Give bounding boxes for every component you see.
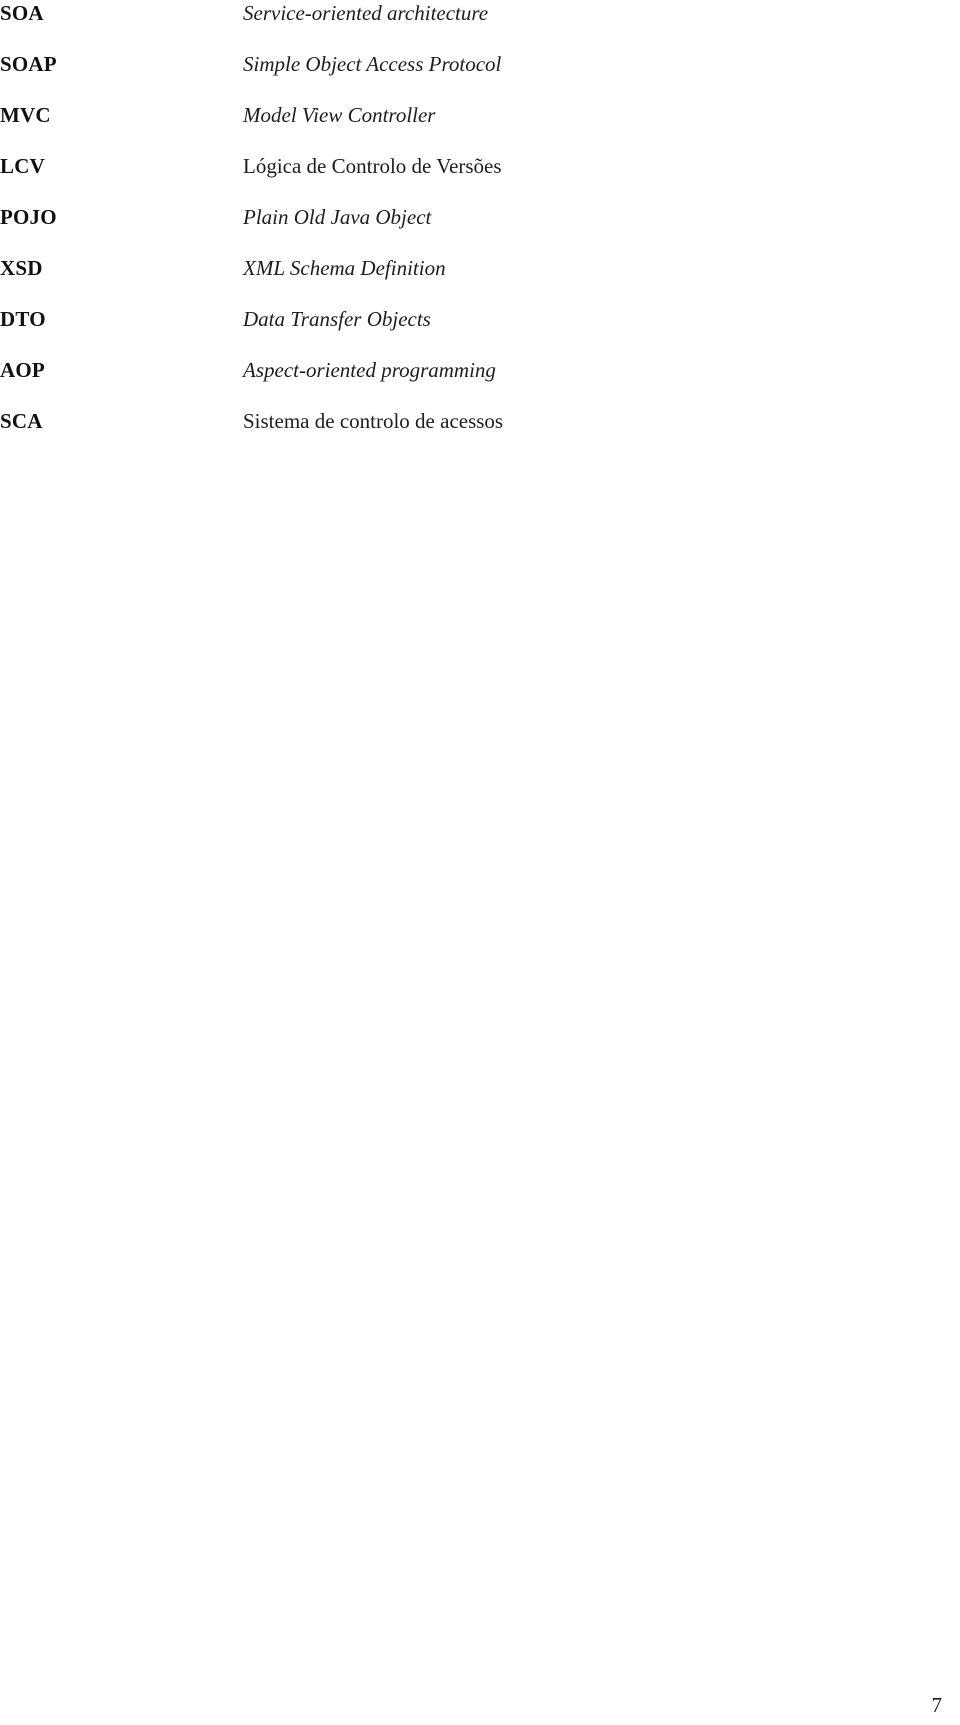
abbreviation-term: AOP bbox=[0, 358, 45, 382]
abbreviation-definition: Lógica de Controlo de Versões bbox=[243, 154, 502, 178]
abbreviation-term: SCA bbox=[0, 409, 43, 433]
abbreviation-row: SCA Sistema de controlo de acessos bbox=[0, 408, 900, 459]
abbreviation-definition: Data Transfer Objects bbox=[243, 307, 431, 331]
abbreviation-row: POJO Plain Old Java Object bbox=[0, 204, 900, 255]
page-number: 7 bbox=[931, 1693, 943, 1717]
abbreviation-row: MVC Model View Controller bbox=[0, 102, 900, 153]
abbreviation-term: SOAP bbox=[0, 52, 57, 76]
abbreviation-term: DTO bbox=[0, 307, 46, 331]
abbreviation-definition: Model View Controller bbox=[243, 103, 436, 127]
document-page: SOA Service-oriented architecture SOAP Simp… bbox=[0, 0, 960, 1725]
abbreviation-row: SOAP Simple Object Access Protocol bbox=[0, 51, 900, 102]
abbreviation-term: MVC bbox=[0, 103, 51, 127]
abbreviation-term: POJO bbox=[0, 205, 57, 229]
abbreviation-list: SOA Service-oriented architecture SOAP Simp… bbox=[0, 0, 900, 459]
abbreviation-definition: Plain Old Java Object bbox=[243, 205, 432, 229]
abbreviation-definition: Aspect-oriented programming bbox=[243, 358, 496, 382]
abbreviation-row: AOP Aspect-oriented programming bbox=[0, 357, 900, 408]
abbreviation-row: SOA Service-oriented architecture bbox=[0, 0, 900, 51]
abbreviation-row: DTO Data Transfer Objects bbox=[0, 306, 900, 357]
abbreviation-row: XSD XML Schema Definition bbox=[0, 255, 900, 306]
abbreviation-term: LCV bbox=[0, 154, 45, 178]
abbreviation-definition: XML Schema Definition bbox=[243, 256, 446, 280]
abbreviation-row: LCV Lógica de Controlo de Versões bbox=[0, 153, 900, 204]
abbreviation-definition: Service-oriented architecture bbox=[243, 1, 489, 25]
abbreviation-term: XSD bbox=[0, 256, 43, 280]
abbreviation-definition: Simple Object Access Protocol bbox=[243, 52, 502, 76]
abbreviation-definition: Sistema de controlo de acessos bbox=[243, 409, 504, 433]
abbreviation-term: SOA bbox=[0, 1, 44, 25]
